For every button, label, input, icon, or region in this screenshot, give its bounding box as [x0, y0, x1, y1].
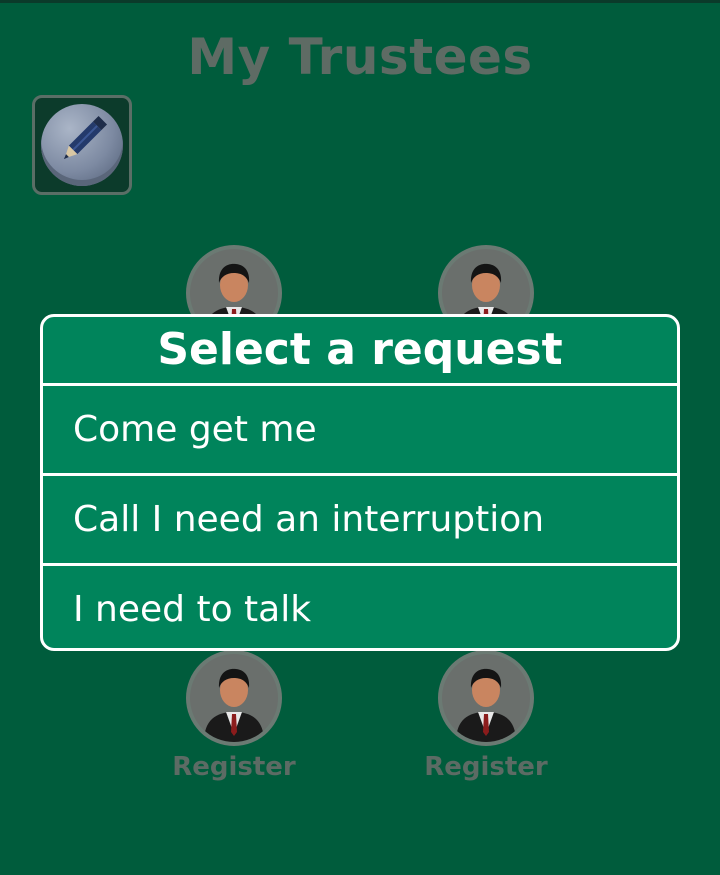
pencil-icon [63, 115, 108, 160]
trustee-register-label-4[interactable]: Register [416, 752, 556, 782]
person-avatar-icon [204, 668, 264, 742]
option-need-to-talk[interactable]: I need to talk [43, 566, 677, 648]
dialog-title: Select a request [43, 317, 677, 386]
edit-button[interactable] [32, 95, 132, 195]
person-avatar-icon [456, 668, 516, 742]
trustee-avatar-4[interactable] [438, 650, 534, 746]
option-call-interruption[interactable]: Call I need an interruption [43, 476, 677, 566]
option-come-get-me[interactable]: Come get me [43, 386, 677, 476]
status-line [0, 0, 720, 3]
trustee-avatar-3[interactable] [186, 650, 282, 746]
page-title: My Trustees [187, 28, 533, 86]
select-request-dialog: Select a request Come get me Call I need… [40, 314, 680, 651]
trustee-register-label-3[interactable]: Register [164, 752, 304, 782]
